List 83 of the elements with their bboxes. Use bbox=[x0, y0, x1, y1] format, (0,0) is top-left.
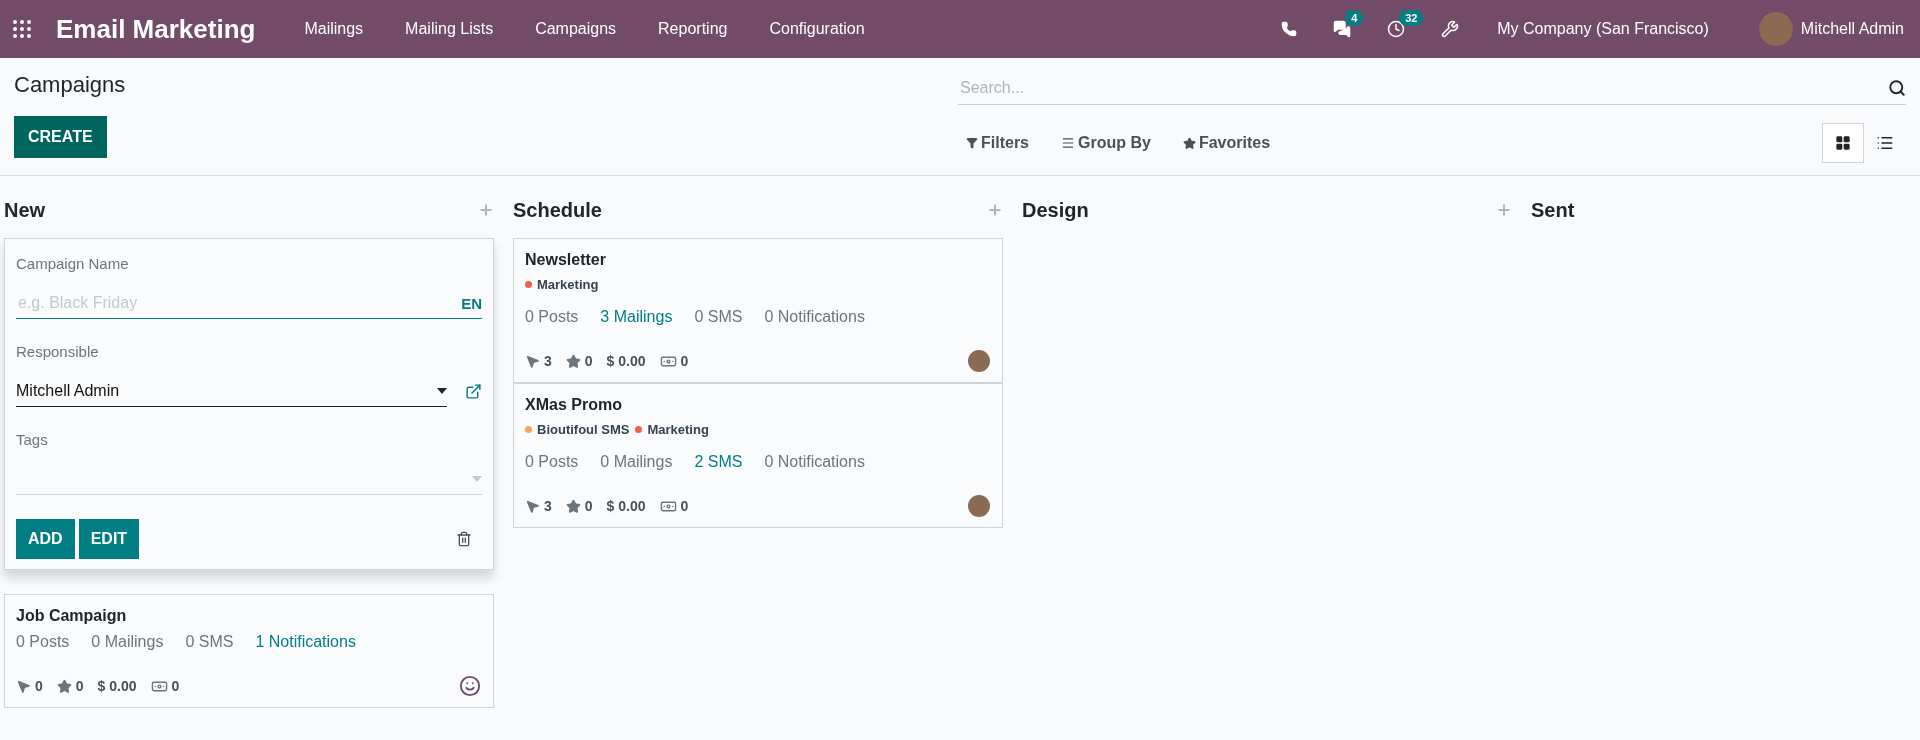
external-link-icon[interactable] bbox=[465, 383, 482, 400]
edit-button[interactable]: EDIT bbox=[78, 519, 140, 559]
apps-menu-icon[interactable] bbox=[10, 17, 34, 41]
avatar[interactable] bbox=[968, 350, 990, 372]
stat: 0 bbox=[659, 497, 689, 515]
grid-icon bbox=[1835, 135, 1851, 151]
count-link[interactable]: 0 Notifications bbox=[764, 308, 865, 326]
search-input[interactable]: Search... bbox=[958, 78, 1888, 98]
stat: 0 bbox=[565, 498, 593, 514]
cursor-icon bbox=[525, 353, 540, 369]
smiley-icon[interactable] bbox=[459, 675, 481, 697]
stat: 3 bbox=[525, 353, 552, 369]
count-link[interactable]: 0 Mailings bbox=[91, 633, 164, 651]
star-icon bbox=[1182, 136, 1196, 150]
field-label: Responsible bbox=[16, 343, 100, 360]
list-icon bbox=[1876, 134, 1894, 152]
count-link[interactable]: 0 Posts bbox=[525, 308, 579, 326]
group-by-button[interactable]: Group By bbox=[1055, 133, 1157, 153]
count-link[interactable]: 0 Posts bbox=[525, 453, 579, 471]
field-label: Tags bbox=[16, 431, 49, 448]
stat: 0 bbox=[565, 353, 593, 369]
count-link[interactable]: 3 Mailings bbox=[600, 308, 673, 326]
star-icon bbox=[56, 678, 72, 694]
campaign-card[interactable]: Newsletter Marketing 0 Posts 3 Mailings 0 SMS 0 Notifications 3 0 $ 0.00 0 bbox=[513, 238, 1003, 383]
user-menu[interactable]: Mitchell Admin bbox=[1800, 20, 1904, 38]
menu-item[interactable]: Mailing Lists bbox=[384, 20, 515, 38]
count-link[interactable]: 0 Posts bbox=[16, 633, 70, 651]
menu-item[interactable]: Configuration bbox=[748, 20, 886, 38]
tag: Marketing bbox=[635, 422, 709, 437]
stat: 0 bbox=[150, 677, 180, 695]
field-label: Campaign Name bbox=[16, 255, 130, 272]
cursor-icon bbox=[16, 678, 31, 694]
company-switcher[interactable]: My Company (San Francisco) bbox=[1497, 20, 1709, 38]
chat-icon[interactable] bbox=[1333, 20, 1352, 38]
card-title: Newsletter bbox=[525, 251, 607, 269]
avatar[interactable] bbox=[968, 495, 990, 517]
count-link[interactable]: 0 Notifications bbox=[764, 453, 865, 471]
count-link[interactable]: 0 SMS bbox=[694, 308, 743, 326]
trash-icon[interactable] bbox=[456, 531, 472, 547]
create-button[interactable]: CREATE bbox=[14, 116, 107, 158]
phone-icon[interactable] bbox=[1281, 21, 1298, 37]
tag: Marketing bbox=[525, 277, 599, 292]
column-title: Design bbox=[1022, 198, 1089, 222]
notification-badge: 32 bbox=[1399, 10, 1424, 26]
count-link[interactable]: 0 SMS bbox=[185, 633, 234, 651]
add-button[interactable]: ADD bbox=[16, 519, 75, 559]
count-link[interactable]: 2 SMS bbox=[694, 453, 743, 471]
notification-badge: 4 bbox=[1345, 10, 1364, 26]
column-title: Schedule bbox=[513, 198, 602, 222]
clock-icon[interactable] bbox=[1387, 20, 1406, 38]
card-title: XMas Promo bbox=[525, 396, 623, 414]
select-field[interactable]: Mitchell Admin bbox=[16, 376, 447, 407]
column-title: New bbox=[4, 198, 46, 222]
stat: 3 bbox=[525, 498, 552, 514]
star-icon bbox=[565, 353, 581, 369]
filters-button[interactable]: Filters bbox=[960, 133, 1035, 153]
stat: 0 bbox=[56, 678, 84, 694]
menu-item[interactable]: Mailings bbox=[283, 20, 385, 38]
kanban-view-button[interactable] bbox=[1822, 123, 1864, 163]
cursor-icon bbox=[525, 498, 540, 514]
menu-item[interactable]: Reporting bbox=[637, 20, 749, 38]
page-title: Campaigns bbox=[14, 72, 126, 97]
language-button[interactable]: EN bbox=[461, 294, 482, 312]
tag: Bioutifoul SMS bbox=[525, 422, 630, 437]
lines-icon bbox=[1061, 136, 1075, 150]
campaign-card[interactable]: XMas Promo Bioutifoul SMS Marketing 0 Posts 0 Mailings 2 SMS 0 Notifications 3 0 $ 0.00 0 bbox=[513, 383, 1003, 528]
tools-icon[interactable] bbox=[1441, 20, 1460, 38]
count-link[interactable]: 0 Mailings bbox=[600, 453, 673, 471]
card-title: Job Campaign bbox=[16, 607, 128, 625]
column-title: Sent bbox=[1531, 198, 1575, 222]
count-link[interactable]: 1 Notifications bbox=[255, 633, 356, 651]
menu-item[interactable]: Campaigns bbox=[514, 20, 638, 38]
campaign-card[interactable]: Job Campaign 0 Posts 0 Mailings 0 SMS 1 Notifications 0 0 $ 0.00 0 bbox=[4, 594, 494, 708]
stat: $ 0.00 bbox=[606, 498, 646, 514]
stat: 0 bbox=[659, 352, 689, 370]
search-icon[interactable] bbox=[1888, 79, 1906, 97]
favorites-button[interactable]: Favorites bbox=[1176, 133, 1277, 153]
filter-icon bbox=[966, 137, 978, 149]
stat: $ 0.00 bbox=[606, 353, 646, 369]
stat: $ 0.00 bbox=[97, 678, 137, 694]
app-title: Email Marketing bbox=[56, 13, 256, 45]
stat: 0 bbox=[16, 678, 43, 694]
star-icon bbox=[565, 498, 581, 514]
